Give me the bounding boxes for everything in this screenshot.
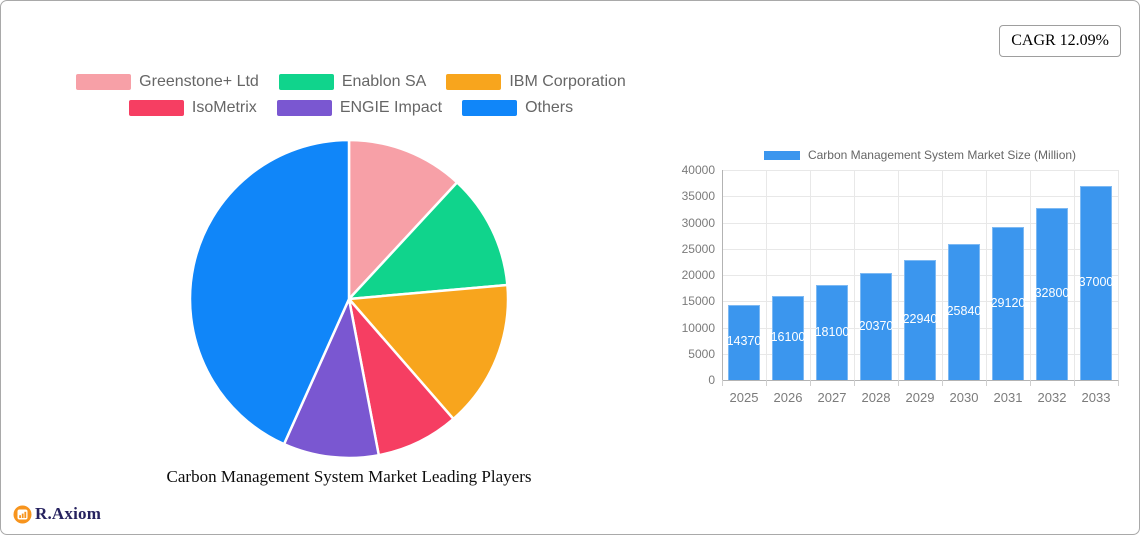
x-tick-mark xyxy=(722,380,723,386)
x-tick-mark xyxy=(898,380,899,386)
brand-chart-logo-icon xyxy=(13,505,32,523)
bar-legend-swatch xyxy=(763,150,800,160)
pie-chart-title: Carbon Management System Market Leading … xyxy=(166,467,532,486)
legend-label: IBM Corporation xyxy=(509,73,626,90)
legend-swatch xyxy=(76,74,132,90)
legend-swatch xyxy=(446,74,502,90)
pie-legend-row: IsoMetrix ENGIE Impact Others xyxy=(128,99,573,117)
x-tick-mark xyxy=(942,380,943,386)
bar-value-label: 20370 xyxy=(858,318,894,333)
legend-label: ENGIE Impact xyxy=(339,99,443,116)
legend-item-greenstone-ltd[interactable]: Greenstone+ Ltd xyxy=(76,73,259,91)
gridline xyxy=(1118,170,1119,380)
bar-value-label: 29120 xyxy=(990,295,1026,310)
gridline xyxy=(722,170,1118,171)
x-tick-label: 2027 xyxy=(817,390,847,405)
y-tick-label: 40000 xyxy=(681,163,715,177)
legend-item-ibm-corporation[interactable]: IBM Corporation xyxy=(446,73,626,91)
y-tick-label: 0 xyxy=(708,373,715,387)
bar-value-label: 32800 xyxy=(1034,285,1070,300)
gridline xyxy=(1030,170,1031,380)
brand-logo: R.Axiom xyxy=(13,504,101,524)
x-tick-label: 2028 xyxy=(861,390,891,405)
x-tick-label: 2031 xyxy=(993,390,1023,405)
pie-chart xyxy=(188,138,510,460)
cagr-badge: CAGR 12.09% xyxy=(999,25,1121,57)
legend-swatch xyxy=(278,74,334,90)
x-tick-label: 2032 xyxy=(1037,390,1067,405)
gridline xyxy=(722,380,1118,381)
y-tick-label: 10000 xyxy=(681,320,715,335)
gridline xyxy=(854,170,855,380)
bar-value-label: 22940 xyxy=(902,311,938,326)
bar-value-label: 14370 xyxy=(726,334,762,349)
legend-swatch xyxy=(128,100,184,116)
brand-name: R.Axiom xyxy=(35,504,102,523)
gridline xyxy=(766,170,767,380)
gridline xyxy=(810,170,811,380)
x-tick-mark xyxy=(1074,380,1075,386)
x-tick-mark xyxy=(1118,380,1119,386)
gridline xyxy=(898,170,899,380)
legend-swatch xyxy=(462,100,518,116)
pie-legend-row: Greenstone+ Ltd Enablon SA IBM Corporation xyxy=(76,73,626,91)
gridline xyxy=(986,170,987,380)
legend-label: Others xyxy=(525,99,574,116)
gridline xyxy=(942,170,943,380)
legend-swatch xyxy=(276,100,332,116)
y-tick-label: 15000 xyxy=(681,294,715,309)
x-tick-label: 2026 xyxy=(773,390,803,405)
x-tick-label: 2029 xyxy=(905,390,935,405)
x-tick-mark xyxy=(766,380,767,386)
x-tick-mark xyxy=(986,380,987,386)
legend-item-engie-impact[interactable]: ENGIE Impact xyxy=(276,99,443,117)
bar-legend-label: Carbon Management System Market Size (Mi… xyxy=(807,148,1077,162)
pie-legend: Greenstone+ Ltd Enablon SA IBM Corporation… xyxy=(41,73,661,117)
legend-label: Enablon SA xyxy=(341,73,427,90)
bar-value-label: 16100 xyxy=(770,329,806,344)
y-tick-label: 20000 xyxy=(681,268,715,282)
bar-legend-item[interactable]: Carbon Management System Market Size (Mi… xyxy=(722,148,1118,162)
report-card: CAGR 12.09% Greenstone+ Ltd Enablon SA IBM… xyxy=(0,0,1140,535)
x-tick-label: 2025 xyxy=(729,390,759,405)
y-tick-label: 5000 xyxy=(688,346,715,361)
x-tick-mark xyxy=(1030,380,1031,386)
bar-value-label: 37000 xyxy=(1078,274,1114,289)
x-tick-mark xyxy=(810,380,811,386)
bar-value-label: 25840 xyxy=(946,304,982,319)
legend-item-isometrix[interactable]: IsoMetrix xyxy=(128,99,257,117)
y-tick-label: 35000 xyxy=(681,189,715,204)
legend-item-others[interactable]: Others xyxy=(462,99,573,117)
bar-chart: Carbon Management System Market Size (Mi… xyxy=(681,146,1136,416)
bar-value-label: 18100 xyxy=(814,324,850,339)
x-tick-label: 2033 xyxy=(1081,390,1111,405)
legend-label: Greenstone+ Ltd xyxy=(139,73,259,90)
gridline xyxy=(722,196,1118,198)
x-tick-mark xyxy=(854,380,855,386)
y-tick-label: 30000 xyxy=(681,215,715,230)
x-tick-label: 2030 xyxy=(949,390,979,405)
legend-item-enablon-sa[interactable]: Enablon SA xyxy=(278,73,427,91)
y-tick-label: 25000 xyxy=(681,241,715,256)
legend-label: IsoMetrix xyxy=(191,99,257,116)
